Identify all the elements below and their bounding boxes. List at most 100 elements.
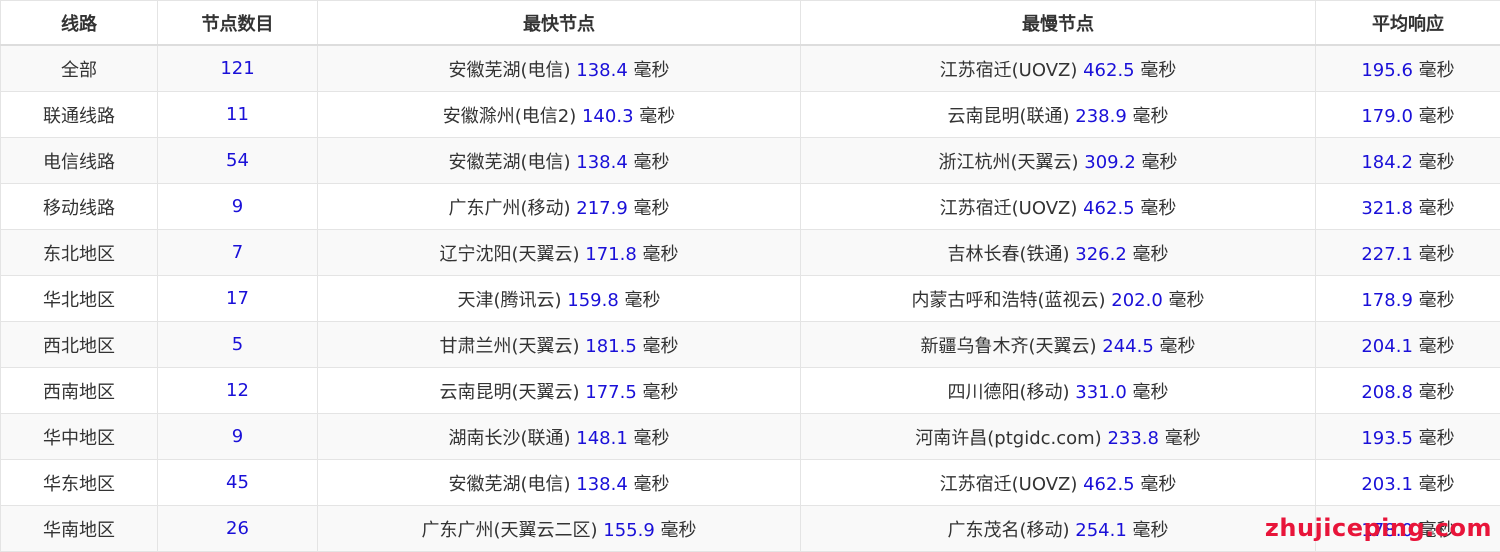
- fastest-ms: 138.4: [576, 473, 628, 495]
- fastest-location: 天津(腾讯云): [457, 289, 562, 311]
- average-ms: 193.5: [1361, 427, 1413, 449]
- route-name: 西南地区: [43, 381, 115, 403]
- average-cell: 321.8 毫秒: [1315, 183, 1500, 230]
- average-ms: 204.1: [1361, 335, 1413, 357]
- count-cell: 9: [157, 183, 318, 230]
- unit-label: 毫秒: [1141, 151, 1178, 173]
- unit-label: 毫秒: [1132, 519, 1169, 541]
- slowest-location: 新疆乌鲁木齐(天翼云): [920, 335, 1097, 357]
- fastest-location: 安徽芜湖(电信): [448, 59, 571, 81]
- fastest-ms: 140.3: [581, 105, 634, 127]
- route-cell: 东北地区: [0, 229, 158, 276]
- route-name: 华北地区: [43, 289, 115, 311]
- average-ms: 227.1: [1361, 243, 1413, 265]
- unit-label: 毫秒: [1418, 243, 1455, 265]
- average-ms: 203.1: [1361, 473, 1413, 495]
- unit-label: 毫秒: [1140, 197, 1177, 219]
- count-cell: 11: [157, 91, 318, 138]
- slowest-ms: 309.2: [1084, 151, 1136, 173]
- unit-label: 毫秒: [1418, 105, 1455, 127]
- fastest-cell: 安徽芜湖(电信) 138.4 毫秒: [317, 459, 801, 506]
- unit-label: 毫秒: [1418, 59, 1455, 81]
- fastest-cell: 广东广州(移动) 217.9 毫秒: [317, 183, 801, 230]
- fastest-cell: 广东广州(天翼云二区) 155.9 毫秒: [317, 505, 801, 552]
- header-fastest: 最快节点: [317, 0, 801, 46]
- slowest-cell: 云南昆明(联通) 238.9 毫秒: [800, 91, 1316, 138]
- average-cell: 184.2 毫秒: [1315, 137, 1500, 184]
- unit-label: 毫秒: [1159, 335, 1196, 357]
- slowest-ms: 233.8: [1107, 427, 1159, 449]
- route-cell: 华北地区: [0, 275, 158, 322]
- unit-label: 毫秒: [633, 473, 670, 495]
- average-ms: 208.8: [1361, 381, 1413, 403]
- fastest-ms: 159.8: [567, 289, 619, 311]
- unit-label: 毫秒: [642, 381, 679, 403]
- fastest-location: 甘肃兰州(天翼云): [439, 335, 580, 357]
- average-cell: 178.9 毫秒: [1315, 275, 1500, 322]
- fastest-ms: 138.4: [576, 59, 628, 81]
- fastest-cell: 天津(腾讯云) 159.8 毫秒: [317, 275, 801, 322]
- slowest-cell: 河南许昌(ptgidc.com) 233.8 毫秒: [800, 413, 1316, 460]
- slowest-location: 江苏宿迁(UOVZ): [939, 473, 1078, 495]
- fastest-cell: 辽宁沈阳(天翼云) 171.8 毫秒: [317, 229, 801, 276]
- header-count: 节点数目: [157, 0, 318, 46]
- slowest-ms: 462.5: [1083, 473, 1135, 495]
- unit-label: 毫秒: [1418, 381, 1455, 403]
- route-name: 华东地区: [43, 473, 115, 495]
- node-count: 5: [231, 334, 244, 355]
- slowest-cell: 江苏宿迁(UOVZ) 462.5 毫秒: [800, 44, 1316, 92]
- slowest-ms: 462.5: [1083, 197, 1135, 219]
- average-ms: 178.9: [1361, 289, 1413, 311]
- unit-label: 毫秒: [1164, 427, 1201, 449]
- route-cell: 华东地区: [0, 459, 158, 506]
- node-count: 12: [226, 380, 249, 401]
- unit-label: 毫秒: [1132, 105, 1169, 127]
- slowest-location: 四川德阳(移动): [947, 381, 1070, 403]
- node-count: 9: [231, 196, 244, 217]
- slowest-cell: 江苏宿迁(UOVZ) 462.5 毫秒: [800, 183, 1316, 230]
- slowest-location: 内蒙古呼和浩特(蓝视云): [911, 289, 1106, 311]
- count-cell: 12: [157, 367, 318, 414]
- route-name: 全部: [61, 59, 97, 81]
- node-count: 121: [220, 58, 255, 79]
- slowest-cell: 广东茂名(移动) 254.1 毫秒: [800, 505, 1316, 552]
- fastest-cell: 安徽芜湖(电信) 138.4 毫秒: [317, 44, 801, 92]
- route-name: 移动线路: [43, 197, 115, 219]
- unit-label: 毫秒: [624, 289, 661, 311]
- fastest-ms: 138.4: [576, 151, 628, 173]
- slowest-location: 江苏宿迁(UOVZ): [939, 59, 1078, 81]
- average-cell: 193.5 毫秒: [1315, 413, 1500, 460]
- count-cell: 5: [157, 321, 318, 368]
- table-row: 华北地区 17 天津(腾讯云) 159.8 毫秒 内蒙古呼和浩特(蓝视云) 202.0…: [0, 275, 1500, 322]
- route-name: 电信线路: [43, 151, 115, 173]
- count-cell: 7: [157, 229, 318, 276]
- fastest-cell: 云南昆明(天翼云) 177.5 毫秒: [317, 367, 801, 414]
- fastest-location: 安徽芜湖(电信): [448, 151, 571, 173]
- count-cell: 17: [157, 275, 318, 322]
- fastest-location: 湖南长沙(联通): [448, 427, 571, 449]
- fastest-location: 安徽芜湖(电信): [448, 473, 571, 495]
- route-name: 联通线路: [43, 105, 115, 127]
- average-cell: 208.8 毫秒: [1315, 367, 1500, 414]
- unit-label: 毫秒: [1418, 335, 1455, 357]
- table-row: 联通线路 11 安徽滁州(电信2) 140.3 毫秒 云南昆明(联通) 238.9 毫…: [0, 91, 1500, 138]
- fastest-ms: 171.8: [585, 243, 637, 265]
- table-row: 华中地区 9 湖南长沙(联通) 148.1 毫秒 河南许昌(ptgidc.com) 2…: [0, 413, 1500, 460]
- count-cell: 121: [157, 44, 318, 92]
- route-cell: 全部: [0, 44, 158, 92]
- unit-label: 毫秒: [1140, 59, 1177, 81]
- average-cell: 195.6 毫秒: [1315, 44, 1500, 92]
- unit-label: 毫秒: [1132, 381, 1169, 403]
- slowest-location: 河南许昌(ptgidc.com): [915, 427, 1102, 449]
- slowest-location: 浙江杭州(天翼云): [938, 151, 1079, 173]
- fastest-ms: 217.9: [576, 197, 628, 219]
- fastest-cell: 安徽芜湖(电信) 138.4 毫秒: [317, 137, 801, 184]
- watermark: zhujiceping.com: [1264, 514, 1492, 542]
- fastest-cell: 甘肃兰州(天翼云) 181.5 毫秒: [317, 321, 801, 368]
- average-ms: 195.6: [1361, 59, 1413, 81]
- fastest-location: 广东广州(移动): [448, 197, 571, 219]
- count-cell: 54: [157, 137, 318, 184]
- average-ms: 321.8: [1361, 197, 1413, 219]
- fastest-ms: 155.9: [603, 519, 655, 541]
- average-cell: 227.1 毫秒: [1315, 229, 1500, 276]
